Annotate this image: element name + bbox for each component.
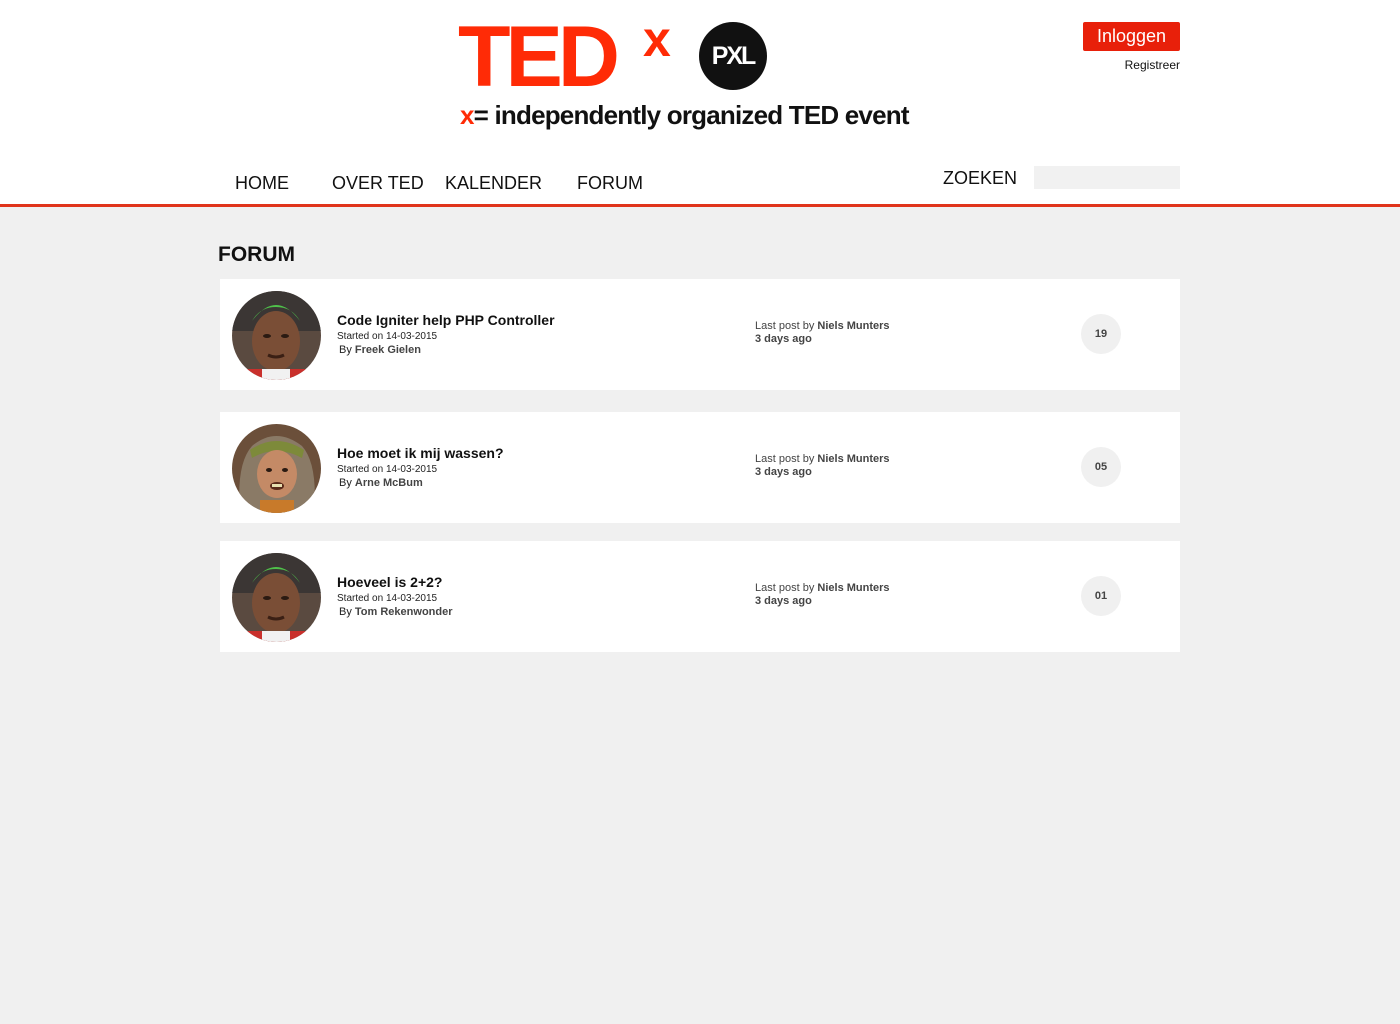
green-hair-man-avatar-icon (232, 291, 321, 380)
thread-last-post-prefix: Last post by (755, 453, 815, 465)
nav-item-home[interactable]: HOME (235, 173, 289, 193)
tagline-x: x (460, 100, 474, 130)
thread-started-date: 14-03-2015 (385, 331, 438, 342)
thread-author-name[interactable]: Arne McBum (355, 477, 423, 489)
thread-author: By Freek Gielen (339, 344, 421, 356)
thread-author: By Tom Rekenwonder (339, 606, 453, 618)
thread-last-post-prefix: Last post by (755, 320, 815, 332)
thread-author-name[interactable]: Tom Rekenwonder (355, 606, 453, 618)
thread-last-post: Last post by Niels Munters (755, 453, 890, 465)
thread-last-post-author[interactable]: Niels Munters (817, 453, 889, 465)
thread-row[interactable]: Hoeveel is 2+2? Started on 14-03-2015 By… (220, 541, 1180, 652)
tagline-text: = independently organized TED event (473, 100, 910, 130)
nav-item-kalender[interactable]: KALENDER (445, 173, 542, 193)
thread-author-prefix: By (339, 477, 352, 489)
register-link[interactable]: Registreer (1125, 58, 1180, 72)
nav-item-forum[interactable]: FORUM (577, 173, 643, 193)
login-button[interactable]: Inloggen (1083, 22, 1180, 51)
search-input[interactable] (1034, 166, 1180, 189)
thread-row[interactable]: Code Igniter help PHP Controller Started… (220, 279, 1180, 390)
long-hair-man-avatar-icon (232, 424, 321, 513)
header-divider (0, 204, 1400, 207)
search-label: ZOEKEN (943, 168, 1018, 188)
thread-title[interactable]: Hoeveel is 2+2? (337, 574, 442, 590)
tedx-logo[interactable]: TED (458, 14, 620, 100)
thread-row[interactable]: Hoe moet ik mij wassen? Started on 14-03… (220, 412, 1180, 523)
thread-last-post-author[interactable]: Niels Munters (817, 320, 889, 332)
thread-started-prefix: Started on (337, 464, 384, 475)
thread-started: Started on 14-03-2015 (337, 331, 437, 342)
thread-last-post: Last post by Niels Munters (755, 582, 890, 594)
thread-started: Started on 14-03-2015 (337, 593, 437, 604)
green-hair-man-avatar-icon (232, 553, 321, 642)
thread-started-date: 14-03-2015 (385, 464, 438, 475)
tagline: x= independently organized TED event (460, 98, 910, 132)
thread-reply-count: 01 (1081, 576, 1121, 616)
thread-last-post: Last post by Niels Munters (755, 320, 890, 332)
thread-started: Started on 14-03-2015 (337, 464, 437, 475)
nav-item-over-ted[interactable]: OVER TED (332, 173, 424, 193)
thread-started-prefix: Started on (337, 593, 384, 604)
thread-author-name[interactable]: Freek Gielen (355, 344, 421, 356)
avatar (232, 553, 321, 642)
pxl-logo-badge: PXL (699, 22, 767, 90)
thread-author-prefix: By (339, 606, 352, 618)
page-title: FORUM (218, 243, 295, 266)
thread-title[interactable]: Code Igniter help PHP Controller (337, 312, 555, 328)
thread-author: By Arne McBum (339, 477, 423, 489)
thread-author-prefix: By (339, 344, 352, 356)
thread-last-post-time: 3 days ago (755, 333, 812, 345)
thread-started-date: 14-03-2015 (385, 593, 438, 604)
thread-last-post-time: 3 days ago (755, 595, 812, 607)
thread-title[interactable]: Hoe moet ik mij wassen? (337, 445, 504, 461)
thread-last-post-prefix: Last post by (755, 582, 815, 594)
avatar (232, 291, 321, 380)
thread-reply-count: 05 (1081, 447, 1121, 487)
site-header: TED x PXL x= independently organized TED… (0, 0, 1400, 204)
avatar (232, 424, 321, 513)
thread-started-prefix: Started on (337, 331, 384, 342)
thread-last-post-author[interactable]: Niels Munters (817, 582, 889, 594)
thread-reply-count: 19 (1081, 314, 1121, 354)
tedx-logo-x: x (643, 11, 671, 67)
thread-last-post-time: 3 days ago (755, 466, 812, 478)
